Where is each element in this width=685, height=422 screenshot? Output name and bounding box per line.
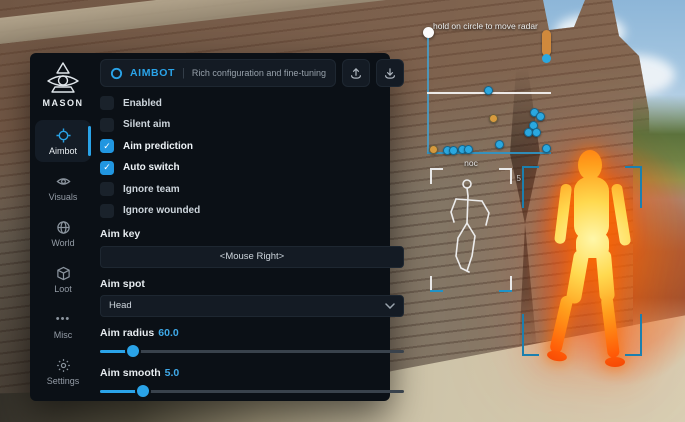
mason-eye-logo-icon (43, 61, 83, 95)
checkbox-box: ✓ (100, 139, 114, 153)
tab-header: AIMBOT | Rich configuration and fine-tun… (100, 59, 404, 87)
checkbox-label: Enabled (123, 98, 162, 109)
checkbox-box: ✓ (100, 96, 114, 110)
checkbox-box: ✓ (100, 161, 114, 175)
esp-player-name: noc (430, 158, 512, 168)
sidebar-item-label: Misc (54, 330, 73, 340)
aim-smooth-slider-handle[interactable] (137, 385, 149, 397)
sidebar-nav: Aimbot Visuals World (30, 118, 96, 394)
logo: MASON (43, 61, 84, 108)
aim-key-bind-button[interactable]: <Mouse Right> (100, 246, 404, 268)
checkbox-ignore-team[interactable]: ✓ Ignore team (100, 182, 404, 196)
sidebar-item-aimbot[interactable]: Aimbot (35, 120, 91, 162)
sidebar-item-visuals[interactable]: Visuals (35, 166, 91, 208)
checkbox-silent-aim[interactable]: ✓ Silent aim (100, 118, 404, 132)
aimbot-tab-content: AIMBOT | Rich configuration and fine-tun… (96, 53, 413, 401)
sidebar-item-label: World (51, 238, 74, 248)
radar-drag-handle[interactable] (423, 27, 434, 38)
esp-distance: 5 (517, 174, 521, 183)
aim-radius-label: Aim radius 60.0 (100, 327, 404, 339)
checkbox-box: ✓ (100, 118, 114, 132)
sidebar: MASON Aimbot Visuals (30, 53, 96, 401)
checkbox-ignore-wounded[interactable]: ✓ Ignore wounded (100, 204, 404, 218)
radar-zoom-handle[interactable] (542, 54, 551, 63)
sidebar-item-settings[interactable]: Settings (35, 350, 91, 392)
aim-radius-value: 60.0 (158, 327, 178, 339)
aim-radius-slider-handle[interactable] (127, 345, 139, 357)
enemy-esp-box (522, 166, 642, 356)
aim-spot-label: Aim spot (100, 278, 404, 290)
sidebar-item-label: Settings (47, 376, 80, 386)
aim-smooth-text: Aim smooth (100, 367, 161, 379)
radar-zoom-slider[interactable] (542, 30, 551, 56)
checkbox-box: ✓ (100, 204, 114, 218)
checkbox-label: Auto switch (123, 162, 180, 173)
target-ring-icon (110, 67, 123, 80)
checkbox-label: Ignore team (123, 184, 180, 195)
checkbox-box: ✓ (100, 182, 114, 196)
tab-subtitle: Rich configuration and fine-tuning (192, 68, 326, 78)
import-config-button[interactable] (376, 59, 404, 87)
header-divider: | (182, 67, 185, 79)
download-icon (383, 67, 397, 80)
tab-header-pill: AIMBOT | Rich configuration and fine-tun… (100, 59, 336, 87)
export-config-button[interactable] (342, 59, 370, 87)
logo-text: MASON (43, 98, 84, 108)
game-screen: noc 5 hold on circle to move radar (0, 0, 685, 422)
checkbox-list: ✓ Enabled ✓ Silent aim ✓ Aim prediction … (100, 96, 404, 218)
sidebar-item-world[interactable]: World (35, 212, 91, 254)
aim-smooth-value: 5.0 (165, 367, 180, 379)
upload-icon (349, 67, 363, 80)
aim-smooth-slider[interactable] (100, 385, 404, 397)
checkbox-auto-switch[interactable]: ✓ Auto switch (100, 161, 404, 175)
sidebar-item-label: Loot (54, 284, 72, 294)
checkbox-label: Aim prediction (123, 141, 193, 152)
cheat-menu-panel: MASON Aimbot Visuals (30, 53, 390, 401)
eye-icon (55, 173, 71, 189)
skeleton-esp-box: noc 5 (430, 168, 512, 292)
sidebar-item-label: Aimbot (49, 146, 77, 156)
ellipsis-icon: ••• (55, 311, 71, 327)
tab-title: AIMBOT (130, 67, 175, 79)
gear-icon (55, 357, 71, 373)
aim-radius-slider[interactable] (100, 345, 404, 357)
sidebar-item-loot[interactable]: Loot (35, 258, 91, 300)
checkbox-enabled[interactable]: ✓ Enabled (100, 96, 404, 110)
sidebar-item-misc[interactable]: ••• Misc (35, 304, 91, 346)
checkbox-label: Silent aim (123, 119, 170, 130)
aim-spot-select[interactable]: Head (100, 295, 404, 317)
aim-smooth-label: Aim smooth 5.0 (100, 367, 404, 379)
checkbox-label: Ignore wounded (123, 205, 200, 216)
aim-radius-text: Aim radius (100, 327, 154, 339)
checkbox-aim-prediction[interactable]: ✓ Aim prediction (100, 139, 404, 153)
globe-icon (55, 219, 71, 235)
chevron-down-icon (385, 303, 395, 309)
aim-key-label: Aim key (100, 228, 404, 240)
aim-spot-value: Head (109, 300, 132, 311)
sidebar-item-label: Visuals (49, 192, 78, 202)
box-icon (55, 265, 71, 281)
crosshair-icon (55, 127, 71, 143)
